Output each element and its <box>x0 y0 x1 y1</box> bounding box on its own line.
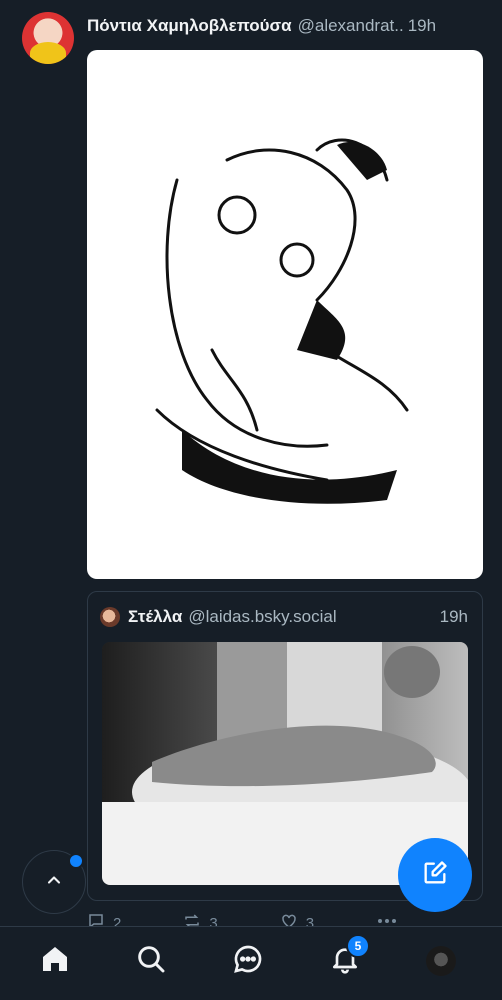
notifications-badge: 5 <box>346 934 370 958</box>
quote-author-avatar <box>100 607 120 627</box>
nav-home[interactable] <box>37 943 73 979</box>
post-author-avatar[interactable] <box>22 12 74 64</box>
quote-header: Στέλλα @laidas.bsky.social 19h <box>100 606 468 628</box>
quote-time: 19h <box>439 607 468 626</box>
profile-avatar <box>426 946 456 976</box>
home-icon <box>39 943 71 980</box>
post-header: Πόντια Χαμηλοβλεπούσα @alexandrat.. 19h <box>87 14 486 38</box>
search-icon <box>135 943 167 980</box>
post-author-handle[interactable]: @alexandrat.. <box>298 16 404 36</box>
compose-icon <box>421 859 449 892</box>
quote-author-handle: @laidas.bsky.social <box>188 607 337 626</box>
post-author-name[interactable]: Πόντια Χαμηλοβλεπούσα <box>87 16 292 36</box>
post-image[interactable] <box>87 50 483 579</box>
compose-button[interactable] <box>398 838 472 912</box>
nav-chat[interactable] <box>230 943 266 979</box>
post-time: 19h <box>407 16 437 35</box>
chat-icon <box>232 943 264 980</box>
nav-profile[interactable] <box>423 943 459 979</box>
chevron-up-icon <box>44 870 64 895</box>
new-posts-indicator <box>68 853 84 869</box>
bottom-nav <box>0 926 502 1000</box>
nav-search[interactable] <box>133 943 169 979</box>
quote-author-name: Στέλλα <box>128 607 183 626</box>
